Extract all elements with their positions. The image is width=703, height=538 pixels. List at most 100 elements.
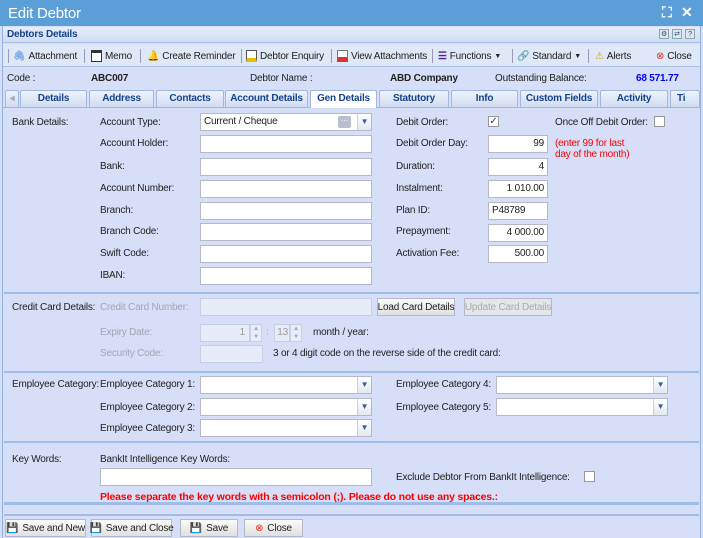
activation-fee-input[interactable]: 500.00	[488, 245, 548, 263]
employee-category-4-select[interactable]: ▼	[496, 376, 668, 394]
tab-activity[interactable]: Activity	[600, 90, 668, 107]
instalment-input[interactable]: 1 010.00	[488, 180, 548, 198]
panel-title: Debtors Details	[7, 29, 78, 40]
key-words-input[interactable]	[100, 468, 372, 486]
once-off-debit-order-checkbox[interactable]	[654, 116, 665, 127]
swift-code-input[interactable]	[200, 245, 372, 263]
tab-statutory[interactable]: Statutory	[379, 90, 449, 107]
key-words-heading: Key Words:	[12, 454, 62, 465]
help-icon[interactable]: ?	[685, 29, 695, 39]
close-circle-icon: ⊗	[656, 50, 665, 62]
account-holder-input[interactable]	[200, 135, 372, 153]
card-number-label: Credit Card Number:	[100, 302, 189, 313]
security-code-input[interactable]	[200, 345, 263, 363]
memo-button[interactable]: Memo	[91, 49, 132, 63]
functions-menu[interactable]: ☰ Functions ▼	[438, 49, 501, 63]
close-button[interactable]: ⊗ Close	[656, 49, 692, 63]
chevron-down-icon[interactable]: ▼	[653, 399, 667, 415]
debtor-enquiry-button[interactable]: Debtor Enquiry	[246, 49, 324, 63]
update-card-details-button[interactable]: Update Card Details	[464, 298, 552, 316]
duration-input[interactable]: 4	[488, 158, 548, 176]
tab-address[interactable]: Address	[89, 90, 154, 107]
account-number-label: Account Number:	[100, 183, 175, 194]
save-new-icon: 💾	[6, 522, 19, 534]
prepayment-input[interactable]: 4 000.00	[488, 224, 548, 242]
bank-input[interactable]	[200, 158, 372, 176]
chevron-down-icon[interactable]: ▼	[357, 377, 371, 393]
prepayment-label: Prepayment:	[396, 226, 451, 237]
chevron-down-icon[interactable]: ▼	[653, 377, 667, 393]
window-titlebar: Edit Debtor ⛶ ✕	[0, 0, 703, 26]
employee-category-5-label: Employee Category 5:	[396, 402, 491, 413]
month-spinner[interactable]: ▲ ▼	[250, 324, 262, 342]
key-words-label: BankIt Intelligence Key Words:	[100, 454, 230, 465]
tab-account-details[interactable]: Account Details	[225, 90, 308, 107]
attachment-button[interactable]: 🖇 Attachment	[13, 49, 77, 63]
chevron-down-icon[interactable]: ▼	[357, 114, 371, 130]
standard-menu[interactable]: 🔗 Standard ▼	[517, 49, 581, 63]
debtor-name-label: Debtor Name :	[250, 73, 313, 84]
chevron-down-icon: ▼	[574, 52, 581, 60]
iban-label: IBAN:	[100, 270, 126, 281]
tab-scroll-left[interactable]: ◂	[5, 90, 19, 107]
save-and-new-button[interactable]: 💾 Save and New	[5, 519, 86, 537]
employee-category-1-label: Employee Category 1:	[100, 379, 195, 390]
branch-input[interactable]	[200, 202, 372, 220]
load-card-details-button[interactable]: Load Card Details	[377, 298, 455, 316]
tab-info[interactable]: Info	[451, 90, 518, 107]
employee-category-2-select[interactable]: ▼	[200, 398, 372, 416]
plan-id-input[interactable]: P48789	[488, 202, 548, 220]
save-button[interactable]: 💾 Save	[180, 519, 238, 537]
footer-close-button[interactable]: ⊗ Close	[244, 519, 303, 537]
employee-category-3-label: Employee Category 3:	[100, 423, 195, 434]
exclude-bankit-checkbox[interactable]	[584, 471, 595, 482]
debit-order-day-input[interactable]: 99	[488, 135, 548, 153]
expiry-year-input[interactable]: 13	[274, 324, 290, 342]
duration-label: Duration:	[396, 161, 435, 172]
tab-more[interactable]: Ti	[670, 90, 700, 107]
warning-icon: ⚠	[595, 50, 604, 62]
refresh-icon[interactable]: ⇄	[672, 29, 682, 39]
view-attachments-button[interactable]: View Attachments	[337, 49, 427, 63]
tab-gen-details[interactable]: Gen Details	[310, 90, 377, 108]
colon-separator: :	[266, 327, 269, 338]
activation-fee-label: Activation Fee:	[396, 248, 460, 259]
bell-icon: 🔔	[147, 50, 160, 62]
expiry-month-input[interactable]: 1	[200, 324, 250, 342]
year-spinner[interactable]: ▲ ▼	[290, 324, 302, 342]
account-type-select[interactable]: Current / Cheque ··· ▼	[200, 113, 372, 131]
instalment-label: Instalment:	[396, 183, 443, 194]
account-type-value: Current / Cheque	[204, 116, 278, 127]
code-value: ABC007	[91, 73, 129, 84]
calendar-icon	[91, 50, 102, 62]
employee-category-1-select[interactable]: ▼	[200, 376, 372, 394]
employee-category-heading: Employee Category:	[12, 379, 100, 390]
alerts-button[interactable]: ⚠ Alerts	[595, 49, 631, 63]
account-number-input[interactable]	[200, 180, 372, 198]
debit-day-note-2: day of the month)	[555, 149, 630, 160]
tab-details[interactable]: Details	[20, 90, 87, 107]
iban-input[interactable]	[200, 267, 372, 285]
settings-icon[interactable]: ⚙	[659, 29, 669, 39]
file-icon	[337, 50, 348, 62]
save-and-close-button[interactable]: 💾 Save and Close	[89, 519, 174, 537]
close-icon[interactable]: ✕	[681, 4, 693, 21]
tab-custom-fields[interactable]: Custom Fields	[520, 90, 598, 107]
chevron-down-icon[interactable]: ▼	[357, 420, 371, 436]
card-number-input[interactable]	[200, 298, 372, 316]
chevron-down-icon[interactable]: ▼	[357, 399, 371, 415]
employee-category-3-select[interactable]: ▼	[200, 419, 372, 437]
bank-details-heading: Bank Details:	[12, 117, 69, 128]
code-label: Code :	[7, 73, 36, 84]
toolbar: 🖇 Attachment Memo 🔔 Create Reminder Debtor…	[3, 44, 700, 67]
employee-category-5-select[interactable]: ▼	[496, 398, 668, 416]
create-reminder-button[interactable]: 🔔 Create Reminder	[147, 49, 236, 63]
maximize-icon[interactable]: ⛶	[662, 4, 672, 21]
branch-code-label: Branch Code:	[100, 226, 159, 237]
ellipsis-icon[interactable]: ···	[338, 116, 351, 128]
branch-code-input[interactable]	[200, 223, 372, 241]
panel-header: Debtors Details	[3, 27, 700, 43]
debit-order-checkbox[interactable]: ✓	[488, 116, 499, 127]
outstanding-balance-value: 68 571.77	[636, 73, 679, 84]
tab-contacts[interactable]: Contacts	[156, 90, 224, 107]
